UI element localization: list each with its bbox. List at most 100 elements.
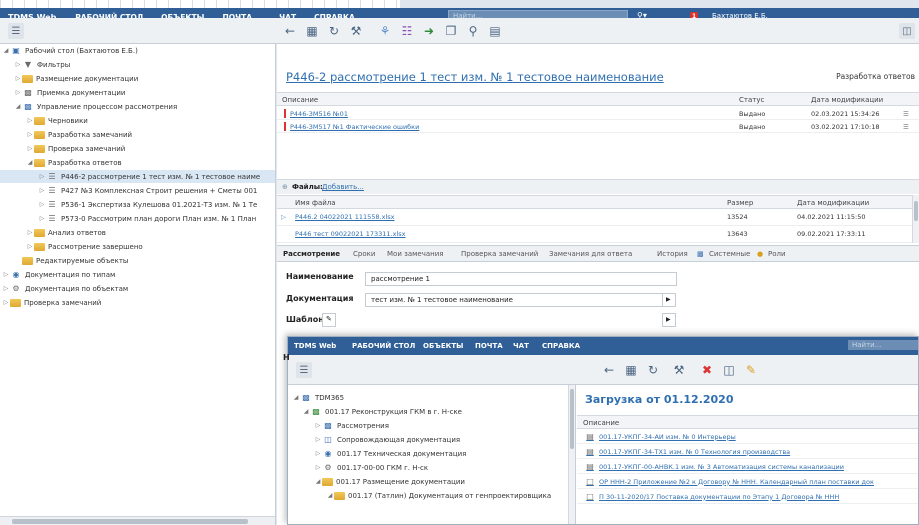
overlay-edit-icon[interactable]: ✎	[742, 361, 760, 379]
expand-icon[interactable]: ▷	[2, 285, 10, 292]
page-title[interactable]: Р446-2 рассмотрение 1 тест изм. № 1 тест…	[286, 70, 664, 84]
back-arrow-icon[interactable]: ←	[281, 22, 299, 40]
col-filename[interactable]: Имя файла	[295, 199, 336, 207]
expand-icon[interactable]: ▷	[38, 187, 46, 194]
documentation-select-button[interactable]: ▶	[662, 293, 676, 307]
collapse-icon[interactable]: ◢	[14, 103, 22, 110]
tree-item-tech-docs[interactable]: ▷ ◉ 001.17 Техническая документация	[288, 447, 467, 460]
col-description[interactable]: Описание	[583, 419, 619, 427]
tree-item-placement[interactable]: ◢ 001.17 Размещение документации	[288, 475, 465, 488]
refresh-icon[interactable]: ↻	[325, 22, 343, 40]
expand-icon[interactable]: ▷	[2, 271, 10, 278]
tree-item-r446-2[interactable]: ▷ ☰ Р446-2 рассмотрение 1 тест изм. № 1 те…	[0, 170, 275, 183]
overlay-tools-icon[interactable]: ⚒	[670, 361, 688, 379]
scrollbar-thumb[interactable]	[570, 389, 574, 449]
copy-icon[interactable]: ❐	[442, 22, 460, 40]
overlay-brand[interactable]: TDMS Web	[294, 342, 336, 350]
expand-icon[interactable]: ▷	[14, 75, 22, 82]
table-row[interactable]: Р446-ЗМ516 №01 Выдано 02.03.2021 15:34:2…	[277, 107, 919, 120]
col-status[interactable]: Статус	[739, 96, 764, 104]
scrollbar-thumb[interactable]	[914, 201, 918, 221]
collapse-icon[interactable]: ◢	[26, 159, 34, 166]
overlay-refresh-icon[interactable]: ↻	[644, 361, 662, 379]
tree-item-answers-dev[interactable]: ◢ Разработка ответов	[0, 156, 122, 169]
sidebar-scrollbar[interactable]	[0, 516, 275, 525]
tree-item-remarks-check[interactable]: ▷ Проверка замечаний	[0, 142, 125, 155]
expand-icon[interactable]: ▷	[26, 145, 34, 152]
overlay-tree-scrollbar[interactable]	[568, 385, 575, 524]
add-file-link[interactable]: Добавить...	[322, 183, 364, 191]
list-item[interactable]: ▤ 001.17-УКПГ-34-ТХ1 изм. № 0 Технология …	[577, 445, 918, 459]
tree-item-accompanying[interactable]: ▷ ◫ Сопровождающая документация	[288, 433, 460, 446]
expand-icon[interactable]: ▷	[314, 422, 322, 429]
play-icon[interactable]: ▷	[281, 213, 286, 221]
stack-icon[interactable]: ☷	[398, 22, 416, 40]
overlay-home-icon[interactable]: ▦	[622, 361, 640, 379]
row-menu-icon[interactable]: ☰	[903, 110, 909, 118]
col-size[interactable]: Размер	[727, 199, 753, 207]
tree-item-gkm[interactable]: ▷ ⚙ 001.17-00-00 ГКМ г. Н-ск	[288, 461, 428, 474]
tree-item-filters[interactable]: ▷ ▼ Фильтры	[0, 58, 71, 71]
forward-arrow-icon[interactable]: ➜	[420, 22, 438, 40]
document-icon[interactable]: ▤	[486, 22, 504, 40]
tree-item-remarks-check-root[interactable]: ▷ Проверка замечаний	[0, 296, 101, 309]
tree-item-tatlin[interactable]: ◢ 001.17 (Татлин) Документация от генпрое…	[288, 489, 551, 502]
tree-item-acceptance[interactable]: ▷ ▩ Приемка документации	[0, 86, 126, 99]
name-field[interactable]: рассмотрение 1	[365, 272, 677, 286]
tab-history[interactable]: История	[657, 250, 688, 258]
tab-review[interactable]: Рассмотрение	[283, 250, 340, 258]
tree-item-desktop[interactable]: ◢ ▣ Рабочий стол (Бахтаютов Е.Б.)	[0, 44, 138, 57]
overlay-trash-icon[interactable]: ◫	[720, 361, 738, 379]
overlay-nav-objects[interactable]: ОБЪЕКТЫ	[423, 342, 463, 350]
expand-icon[interactable]: ▷	[14, 89, 22, 96]
tree-item-process[interactable]: ◢ ▩ Управление процессом рассмотрения	[0, 100, 177, 113]
tree-item-review-done[interactable]: ▷ Рассмотрение завершено	[0, 240, 143, 253]
scrollbar-thumb[interactable]	[12, 519, 248, 524]
tree-item-r573[interactable]: ▷ ☰ Р573-0 Рассмотрим план дороги План изм…	[0, 212, 257, 225]
col-date[interactable]: Дата модификации	[811, 96, 883, 104]
overlay-search-input[interactable]: Найти...	[848, 340, 918, 350]
expand-icon[interactable]: ▷	[2, 299, 10, 306]
table-row[interactable]: Р446-ЗМ517 №1 Фактические ошибки Выдано …	[277, 120, 919, 133]
tree-item-editable[interactable]: Редактируемые объекты	[0, 254, 128, 267]
overlay-nav-desktop[interactable]: РАБОЧИЙ СТОЛ	[352, 342, 415, 350]
tab-roles[interactable]: Роли	[768, 250, 786, 258]
tree-item-drafts[interactable]: ▷ Черновики	[0, 114, 88, 127]
collapse-section-icon[interactable]: ⊕	[282, 183, 288, 191]
collapse-icon[interactable]: ◢	[326, 492, 334, 499]
list-item[interactable]: ▤ 001.17-УКПГ-00-АНВК.1 изм. № 3 Автомати…	[577, 460, 918, 474]
expand-icon[interactable]: ▷	[38, 201, 46, 208]
tree-item-placement[interactable]: ▷ Размещение документации	[0, 72, 138, 85]
tree-item-reviews[interactable]: ▷ ▩ Рассмотрения	[288, 419, 389, 432]
expand-icon[interactable]: ▷	[314, 436, 322, 443]
expand-icon[interactable]: ▷	[314, 464, 322, 471]
tab-system[interactable]: Системные	[709, 250, 750, 258]
expand-icon[interactable]: ▷	[38, 215, 46, 222]
tab-remarks-answer[interactable]: Замечания для ответа	[549, 250, 632, 258]
tree-item-tdm365[interactable]: ◢ ▩ TDM365	[288, 391, 344, 404]
tree-item-answers-analysis[interactable]: ▷ Анализ ответов	[0, 226, 106, 239]
overlay-delete-icon[interactable]: ✖	[698, 361, 716, 379]
list-item[interactable]: □ П 30-11-2020/17 Поставка документации п…	[577, 490, 918, 504]
filter-icon[interactable]: ⚘	[376, 22, 394, 40]
expand-icon[interactable]: ▷	[26, 229, 34, 236]
list-item[interactable]: ▤ 001.17-УКПГ-34-АИ изм. № 0 Интерьеры	[577, 430, 918, 444]
tree-item-doc-objects[interactable]: ▷ ⚙ Документация по объектам	[0, 282, 129, 295]
expand-icon[interactable]: ▷	[314, 450, 322, 457]
overlay-nav-chat[interactable]: ЧАТ	[513, 342, 529, 350]
tree-item-remarks-dev[interactable]: ▷ Разработка замечаний	[0, 128, 132, 141]
tree-item-doc-types[interactable]: ▷ ◉ Документация по типам	[0, 268, 116, 281]
home-icon[interactable]: ▦	[303, 22, 321, 40]
tab-deadlines[interactable]: Сроки	[353, 250, 375, 258]
right-panel-icon[interactable]: ◫	[899, 23, 915, 39]
tree-item-r536[interactable]: ▷ ☰ Р536-1 Экспертиза Кулешова 01.2021-Т3 …	[0, 198, 258, 211]
template-edit-button[interactable]: ✎	[322, 313, 336, 327]
expand-icon[interactable]: ▷	[14, 61, 22, 68]
tree-item-r427[interactable]: ▷ ☰ Р427 №3 Комплексная Строит решения + С…	[0, 184, 258, 197]
list-item[interactable]: □ ОР ННН-2 Приложение №2 к Договору № ННН…	[577, 475, 918, 489]
tools-icon[interactable]: ⚒	[347, 22, 365, 40]
row-menu-icon[interactable]: ☰	[903, 123, 909, 131]
overlay-nav-help[interactable]: СПРАВКА	[542, 342, 580, 350]
expand-icon[interactable]: ▷	[26, 243, 34, 250]
sidebar-toggle-icon[interactable]: ☰	[8, 23, 24, 39]
